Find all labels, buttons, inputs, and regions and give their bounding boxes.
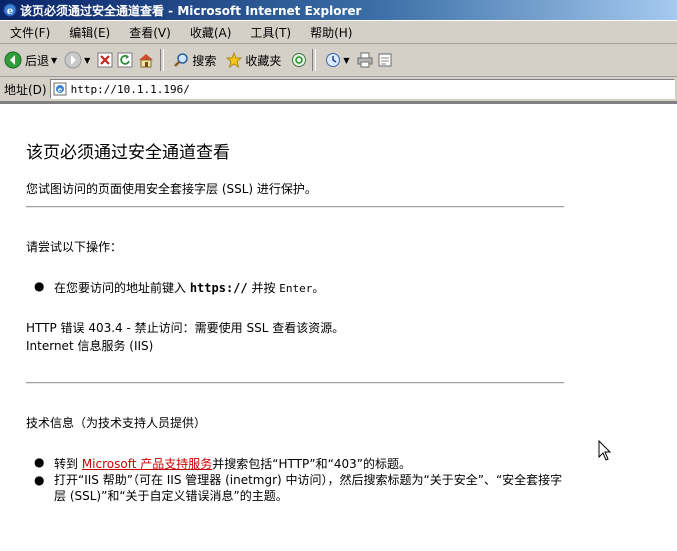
error-code-line: HTTP 错误 403.4 - 禁止访问：需要使用 SSL 查看该资源。 (26, 321, 345, 335)
window-title: 该页必须通过安全通道查看 - Microsoft Internet Explor… (20, 3, 362, 18)
bullet-dot: ● (34, 455, 45, 469)
search-label: 搜索 (192, 53, 217, 68)
print-icon (357, 52, 373, 68)
support-link[interactable]: Microsoft 产品支持服务 (82, 457, 212, 471)
history-button[interactable]: ▼ (325, 52, 352, 68)
back-dropdown-icon[interactable]: ▼ (51, 56, 57, 65)
favorites-label: 收藏夹 (245, 53, 282, 68)
edit-page-icon (378, 53, 392, 67)
toolbar-separator (312, 49, 317, 71)
svg-text:e: e (7, 6, 13, 17)
address-label: 地址(D) (4, 82, 47, 97)
bullet2-suffix: 并搜索包括“HTTP”和“403”的标题。 (212, 457, 411, 471)
favorites-button[interactable]: 收藏夹 (226, 52, 281, 69)
ie-logo-icon: e (3, 3, 17, 17)
home-icon (139, 54, 154, 68)
refresh-icon (117, 52, 133, 68)
refresh-button[interactable] (117, 52, 133, 68)
print-button[interactable] (357, 52, 373, 68)
divider (26, 382, 564, 384)
standard-toolbar: 后退 ▼ ▼ 搜索 收藏夹 ▼ (0, 44, 677, 77)
stop-button[interactable] (97, 52, 113, 68)
address-url: http://10.1.1.196/ (70, 82, 190, 96)
back-label: 后退 (25, 53, 50, 68)
search-icon (174, 53, 189, 67)
media-button[interactable] (291, 52, 307, 68)
bullet1-end: 。 (312, 281, 325, 295)
page-intro: 您试图访问的页面使用安全套接字层 (SSL) 进行保护。 (26, 182, 317, 196)
toolbar-separator (160, 49, 165, 71)
menu-favorites[interactable]: 收藏(A) (180, 24, 241, 41)
menu-tools[interactable]: 工具(T) (240, 24, 300, 41)
bullet3-text: 打开“IIS 帮助”（可在 IIS 管理器 (inetmgr) 中访问），然后搜… (54, 473, 563, 503)
address-bar: 地址(D) e http://10.1.1.196/ (0, 77, 677, 102)
stop-icon (97, 52, 113, 68)
menu-bar: 文件(F) 编辑(E) 查看(V) 收藏(A) 工具(T) 帮助(H) (0, 21, 677, 44)
menu-file[interactable]: 文件(F) (0, 24, 59, 41)
home-button[interactable] (137, 52, 155, 68)
list-item: ● 转到 Microsoft 产品支持服务并搜索包括“HTTP”和“403”的标… (34, 455, 411, 472)
history-icon (326, 53, 341, 67)
history-dropdown-icon[interactable]: ▼ (343, 56, 349, 65)
bullet2-prefix: 转到 (54, 457, 82, 471)
bullet1-code: https:// (189, 281, 248, 295)
forward-arrow-icon (64, 51, 82, 69)
back-button[interactable]: 后退 ▼ (4, 51, 60, 69)
svg-text:e: e (57, 85, 62, 94)
bullet-dot: ● (34, 473, 45, 487)
window-title-bar[interactable]: e 该页必须通过安全通道查看 - Microsoft Internet Expl… (0, 0, 677, 20)
forward-dropdown-icon[interactable]: ▼ (84, 56, 90, 65)
page-icon: e (53, 82, 67, 96)
back-arrow-icon (4, 51, 22, 69)
divider (26, 206, 564, 208)
media-icon (292, 53, 307, 67)
menu-view[interactable]: 查看(V) (119, 24, 180, 41)
try-heading: 请尝试以下操作： (26, 240, 123, 254)
bullet1-key: Enter (279, 282, 313, 295)
favorites-star-icon (226, 52, 243, 68)
tech-heading: 技术信息（为技术支持人员提供） (26, 416, 207, 430)
bullet1-mid: 并按 (247, 281, 280, 295)
page-content: 该页必须通过安全通道查看 您试图访问的页面使用安全套接字层 (SSL) 进行保护… (0, 102, 677, 551)
page-title: 该页必须通过安全通道查看 (26, 143, 230, 163)
menu-edit[interactable]: 编辑(E) (59, 24, 119, 41)
address-input[interactable]: e http://10.1.1.196/ (49, 79, 675, 99)
mouse-cursor-icon (598, 440, 612, 461)
list-item: ● 在您要访问的地址前键入 https:// 并按 Enter。 (34, 279, 325, 296)
forward-button[interactable]: ▼ (64, 51, 93, 69)
error-server-line: Internet 信息服务 (IIS) (26, 339, 154, 353)
search-button[interactable]: 搜索 (173, 52, 216, 69)
list-item: ● 打开“IIS 帮助”（可在 IIS 管理器 (inetmgr) 中访问），然… (34, 472, 564, 504)
bullet-dot: ● (34, 279, 45, 293)
edit-button[interactable] (377, 52, 393, 68)
bullet1-prefix: 在您要访问的地址前键入 (54, 281, 190, 295)
menu-help[interactable]: 帮助(H) (300, 24, 361, 41)
